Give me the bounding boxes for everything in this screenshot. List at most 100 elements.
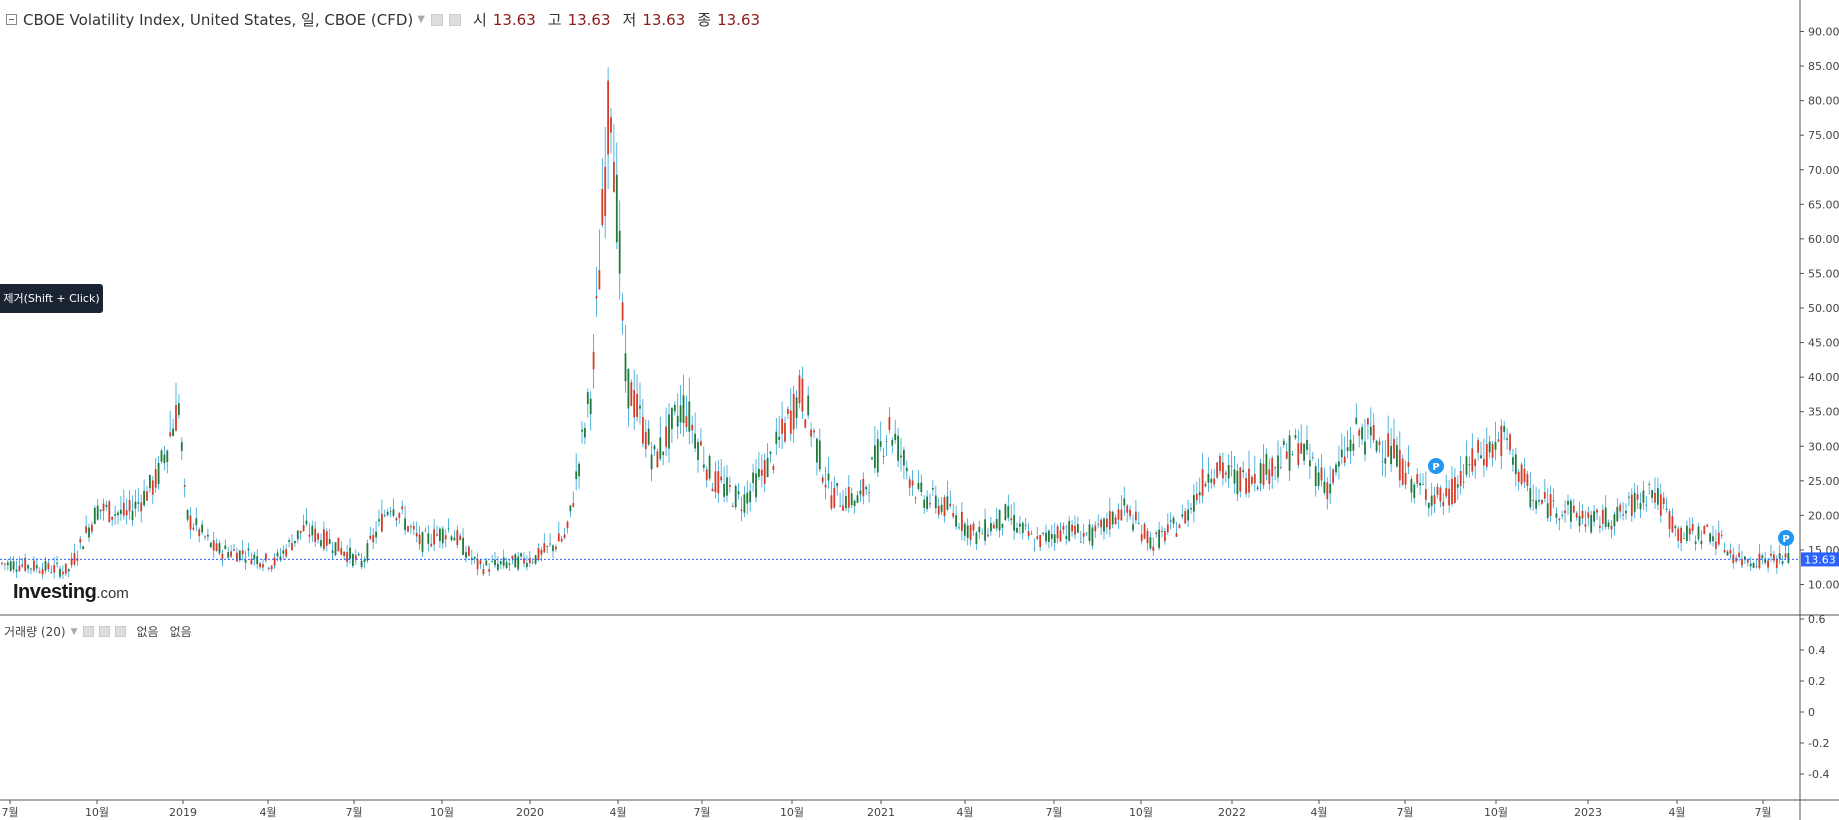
candle-body [1599,525,1601,528]
candle-body [212,540,215,551]
candle-body [1543,492,1546,499]
collapse-toggle-icon[interactable] [6,14,17,25]
candle-body [853,500,856,507]
candle-body [1048,530,1050,542]
candle-body [125,510,128,516]
candle-body [1085,532,1088,534]
y-tick-label: 55.00 [1808,267,1839,280]
candle-body [1236,471,1239,495]
candle-body [807,395,810,416]
candle-body [1587,512,1590,519]
candle-body [1517,471,1520,482]
candle-body [91,524,93,532]
candle-body [378,519,380,522]
candle-body [581,429,583,432]
x-tick-label: 7월 [1754,806,1771,819]
investing-logo: Investing.com [13,581,129,604]
candle-body [337,537,340,552]
volume-y-tick-label: 0.2 [1808,675,1826,688]
x-tick-label: 4월 [259,806,276,819]
candle-body [1216,462,1218,478]
candle-body [12,561,15,570]
candle-body [946,496,949,510]
candle-body [465,552,467,558]
candle-body [1222,462,1224,479]
chart-svg[interactable]: 90.00 85.00 80.00 75.00 70.00 65.00 60.00 55.00… [0,0,1839,820]
candle-body [731,505,734,507]
settings-icon[interactable] [430,13,443,26]
candle-body [1007,506,1010,518]
candle-body [639,405,641,409]
candle-body [178,403,180,415]
candle-body [1230,466,1233,467]
candle-body [1538,500,1540,502]
main-legend: CBOE Volatility Index, United States, 일,… [6,9,760,30]
candle-body [1761,555,1764,559]
candle-body [96,505,99,520]
candle-body [952,512,955,517]
candle-body [317,533,319,540]
candle-body [323,529,325,550]
candle-body [691,424,694,431]
candle-body [1712,536,1714,542]
candle-body [763,460,766,484]
candle-body [262,564,264,568]
candle-body [1219,456,1221,471]
volume-title[interactable]: 거래량 (20) [4,623,66,640]
candle-body [1175,533,1178,537]
candle-body [157,463,160,485]
candle-body [598,270,601,290]
x-tick-label: 2021 [867,806,895,819]
candle-body [1659,494,1662,516]
candle-body [444,535,447,540]
candle-body [1152,546,1155,551]
x-tick-label: 2023 [1574,806,1602,819]
candle-body [1239,467,1242,492]
candle-body [1454,477,1456,503]
candle-body [1137,523,1140,525]
candle-body [1775,558,1778,568]
candle-body [552,545,554,552]
chevron-down-icon[interactable]: ▼ [71,627,78,637]
candle-body [233,549,235,551]
candle-body [1372,425,1375,441]
candle-body [398,513,401,518]
candle-body [499,561,502,565]
candle-body [311,525,314,536]
candle-body [1416,474,1419,484]
candle-body [1503,425,1506,432]
chevron-down-icon[interactable]: ▼ [417,14,425,25]
candle-body [749,491,752,503]
candle-body [143,490,145,506]
volume-y-tick-label: 0 [1808,706,1815,719]
candle-body [1332,469,1334,483]
symbol-title[interactable]: CBOE Volatility Index, United States, 일,… [23,9,413,30]
candle-body [334,542,337,555]
candle-body [1607,522,1610,528]
candle-body [1285,451,1288,459]
high-label: 고 [547,11,562,29]
volume-value-2: 없음 [169,625,192,639]
candle-body [911,480,914,486]
hide-icon[interactable] [98,626,110,637]
candle-body [207,534,209,537]
candle-body [798,375,801,404]
candle-body [1500,425,1503,456]
candle-body [818,440,821,470]
settings-icon[interactable] [82,626,94,637]
candle-body [1720,534,1723,536]
candle-body [294,540,296,544]
close-icon[interactable] [114,626,126,637]
candle-body [479,560,482,565]
candle-body [1146,530,1149,544]
candle-body [781,418,783,434]
volume-legend: 거래량 (20) ▼ 없음 없음 [4,623,192,640]
candle-body [1111,511,1114,525]
candle-body [998,509,1001,531]
candle-body [1778,553,1781,559]
candle-body [302,524,305,532]
x-tick-label: 4월 [1668,806,1685,819]
candle-body [1523,468,1526,483]
candle-body [1425,489,1427,500]
hide-icon[interactable] [448,13,461,26]
